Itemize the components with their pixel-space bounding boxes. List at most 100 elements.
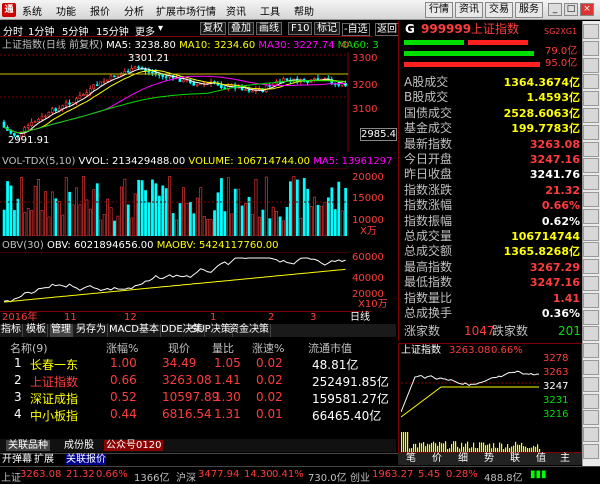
sidebar-tool-icon[interactable] bbox=[583, 410, 599, 426]
sidebar-tool-icon[interactable] bbox=[583, 24, 599, 39]
f10-button[interactable]: F10 bbox=[288, 22, 313, 35]
period-more[interactable]: 更多 bbox=[135, 23, 155, 38]
minimize-icon[interactable]: _ bbox=[548, 3, 562, 16]
menu-analysis[interactable]: 分析 bbox=[124, 3, 144, 18]
sidebar-tool-icon[interactable] bbox=[583, 124, 599, 140]
period-15min[interactable]: 15分钟 bbox=[96, 23, 129, 38]
settings-icon[interactable]: ⚙ bbox=[341, 40, 350, 51]
maximize-icon[interactable]: □ bbox=[564, 3, 578, 16]
quote-row: 总成换手 0.36% bbox=[402, 307, 582, 322]
col-ratio[interactable]: 量比 bbox=[212, 340, 234, 356]
menu-quote[interactable]: 报价 bbox=[90, 3, 110, 18]
col-speed[interactable]: 涨速% bbox=[252, 340, 284, 356]
cell-chg: 1.00 bbox=[110, 356, 137, 370]
col-name[interactable]: 名称(9) bbox=[10, 340, 48, 356]
menu-help[interactable]: 帮助 bbox=[294, 3, 314, 18]
sidebar-tool-icon[interactable] bbox=[583, 141, 599, 157]
mini-tab[interactable]: 笔 bbox=[406, 453, 416, 464]
tab-news[interactable]: 资讯 bbox=[455, 2, 483, 18]
sidebar-tool-icon[interactable] bbox=[583, 57, 599, 73]
sidebar-tool-icon[interactable] bbox=[583, 326, 599, 342]
mini-tab[interactable]: 值 bbox=[536, 453, 546, 464]
volume-bar bbox=[178, 203, 182, 236]
col-price[interactable]: 现价 bbox=[168, 340, 190, 356]
table-row[interactable]: 3 深证成指 0.52 10597.89 1.30 0.02 159581.27亿 bbox=[0, 390, 396, 407]
sidebar-tool-icon[interactable] bbox=[583, 393, 599, 409]
mini-tab[interactable]: 价 bbox=[432, 453, 442, 464]
tab-components[interactable]: 成份股 bbox=[62, 440, 96, 451]
sidebar-tool-icon[interactable] bbox=[583, 74, 599, 90]
draw-button[interactable]: 画线 bbox=[256, 22, 282, 35]
sidebar-tool-icon[interactable] bbox=[583, 427, 599, 443]
volume-bar bbox=[275, 211, 279, 236]
tab-trade[interactable]: 交易 bbox=[485, 2, 513, 18]
chevron-down-icon[interactable]: ▾ bbox=[158, 23, 163, 34]
menu-ext-market[interactable]: 扩展市场行情 bbox=[156, 3, 216, 18]
menu-news[interactable]: 资讯 bbox=[226, 3, 246, 18]
back-button[interactable]: 返回 bbox=[375, 23, 399, 36]
sidebar-tool-icon[interactable] bbox=[583, 444, 599, 459]
tab-fund[interactable]: 资金决策 bbox=[228, 324, 271, 337]
sidebar-tool-icon[interactable] bbox=[583, 108, 599, 123]
col-chg[interactable]: 涨幅% bbox=[106, 340, 138, 356]
mini-tab[interactable]: 细 bbox=[458, 453, 468, 464]
mini-tab[interactable]: 势 bbox=[484, 453, 494, 464]
period-5min[interactable]: 5分钟 bbox=[62, 23, 88, 38]
cell-chg: 0.52 bbox=[110, 390, 137, 404]
overlay-button[interactable]: 叠加 bbox=[228, 22, 254, 35]
close-icon[interactable]: × bbox=[580, 3, 594, 16]
tab-wechat[interactable]: 公众号0120 bbox=[104, 440, 164, 451]
volume-bar bbox=[137, 179, 141, 236]
sidebar-tool-icon[interactable] bbox=[583, 376, 599, 392]
candle-body bbox=[116, 75, 120, 78]
tab-indicator[interactable]: 指标 bbox=[0, 324, 23, 337]
table-row[interactable]: 4 中小板指 0.44 6816.54 1.31 0.01 66465.40亿 bbox=[0, 407, 396, 424]
adjust-button[interactable]: 复权 bbox=[200, 22, 226, 35]
sidebar-tool-icon[interactable] bbox=[583, 158, 599, 174]
sidebar-tool-icon[interactable] bbox=[583, 360, 599, 375]
sidebar-tool-icon[interactable] bbox=[583, 292, 599, 308]
sidebar-tool-icon[interactable] bbox=[583, 259, 599, 275]
extend-button[interactable]: 扩展 bbox=[34, 454, 54, 465]
candle-body bbox=[109, 75, 113, 81]
related-quote-button[interactable]: 关联报价 bbox=[66, 454, 106, 465]
sidebar-tool-icon[interactable] bbox=[583, 192, 599, 207]
mark-button[interactable]: 标记 bbox=[314, 22, 340, 35]
sidebar-tool-icon[interactable] bbox=[583, 309, 599, 325]
sidebar-tool-icon[interactable] bbox=[583, 276, 599, 291]
period-1min[interactable]: 1分钟 bbox=[28, 23, 54, 38]
tab-service[interactable]: 服务 bbox=[515, 2, 543, 18]
period-intraday[interactable]: 分时 bbox=[3, 23, 23, 38]
volume-bar bbox=[154, 183, 158, 236]
sidebar-tool-icon[interactable] bbox=[583, 91, 599, 107]
tab-template[interactable]: 模板 bbox=[25, 324, 48, 337]
tab-macd[interactable]: MACD基本 bbox=[108, 324, 161, 337]
tab-manage[interactable]: 管理 bbox=[50, 324, 73, 337]
menu-function[interactable]: 功能 bbox=[56, 3, 76, 18]
table-row[interactable]: 2 上证指数 0.66 3263.08 1.41 0.02 252491.85亿 bbox=[0, 373, 396, 390]
tab-save-as[interactable]: 另存为 bbox=[75, 324, 108, 337]
add-watchlist-button[interactable]: -自选 bbox=[342, 23, 370, 36]
quote-key: 昨日收盘 bbox=[404, 167, 453, 182]
sidebar-tool-icon[interactable] bbox=[583, 40, 599, 56]
mini-vol-bar bbox=[485, 445, 487, 452]
danmaku-button[interactable]: 开弹幕 bbox=[2, 454, 32, 465]
sidebar-tool-icon[interactable] bbox=[583, 208, 599, 224]
tab-quote[interactable]: 行情 bbox=[425, 2, 453, 18]
mini-tab[interactable]: 主 bbox=[560, 453, 570, 464]
col-cap[interactable]: 流通市值 bbox=[308, 340, 352, 356]
sidebar-tool-icon[interactable] bbox=[583, 225, 599, 241]
kline-header: 上证指数(日线 前复权) MA5: 3238.80 MA10: 3234.60 … bbox=[2, 40, 379, 51]
tab-related[interactable]: 关联品种 bbox=[6, 440, 50, 451]
cell-spd: 0.02 bbox=[256, 356, 283, 370]
mini-tab[interactable]: 联 bbox=[510, 453, 520, 464]
tab-sup[interactable]: SUP决策 bbox=[190, 324, 233, 337]
volume-bar bbox=[302, 178, 306, 236]
sidebar-tool-icon[interactable] bbox=[583, 242, 599, 258]
sidebar-tool-icon[interactable] bbox=[583, 343, 599, 359]
volume-bar bbox=[130, 217, 134, 236]
table-row[interactable]: 1 长春一东 1.00 34.49 1.05 0.02 48.81亿 bbox=[0, 356, 396, 373]
sidebar-tool-icon[interactable] bbox=[583, 175, 599, 191]
menu-system[interactable]: 系统 bbox=[22, 3, 42, 18]
menu-tools[interactable]: 工具 bbox=[260, 3, 280, 18]
